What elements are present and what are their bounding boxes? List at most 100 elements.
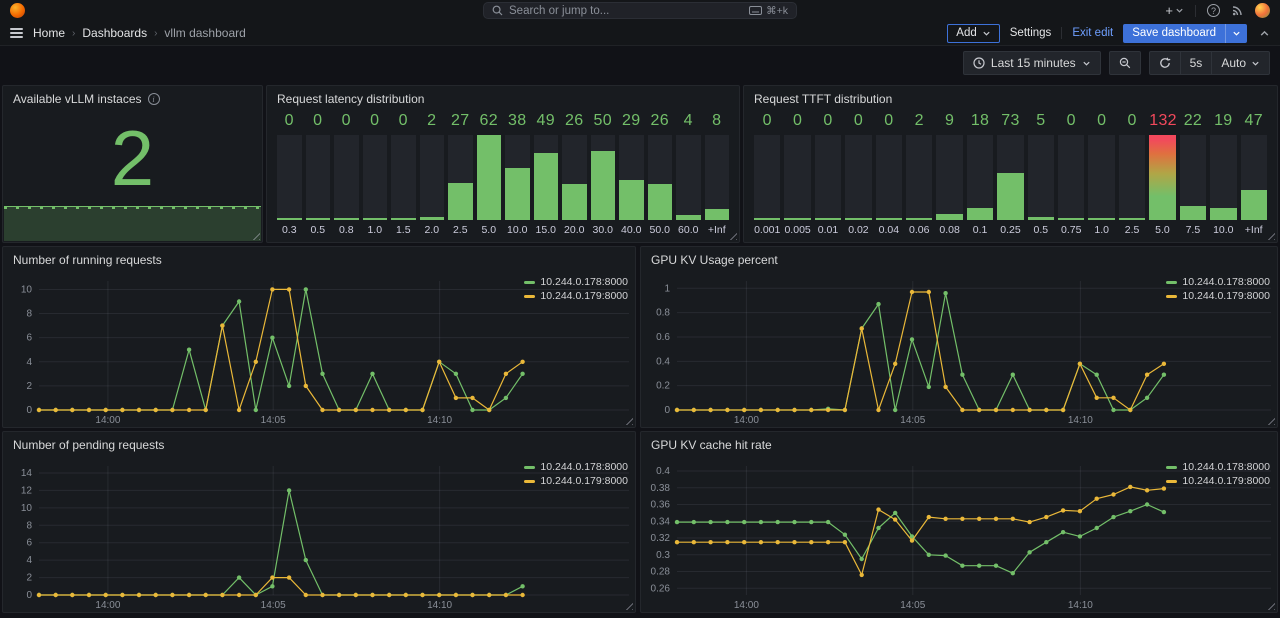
data-point [1145, 396, 1149, 400]
running-requests-chart[interactable]: 024681014:0014:0514:1010.244.0.178:80001… [3, 273, 635, 427]
user-avatar[interactable] [1255, 3, 1270, 18]
panel-title[interactable]: GPU KV cache hit rate [641, 432, 1277, 458]
data-point [187, 348, 191, 352]
bar-column: 00.3 [277, 112, 302, 237]
data-point [104, 593, 108, 597]
data-point [893, 511, 897, 515]
panel-title[interactable]: Available vLLM instaces i [3, 86, 262, 112]
breadcrumb-dashboards[interactable]: Dashboards [82, 26, 147, 40]
legend-item[interactable]: 10.244.0.179:8000 [524, 475, 628, 487]
chevron-down-icon [1251, 59, 1260, 68]
legend-item[interactable]: 10.244.0.179:8000 [1166, 475, 1270, 487]
bar-column: 00.8 [334, 112, 359, 237]
bar-value: 29 [619, 112, 644, 135]
data-point [977, 564, 981, 568]
legend-item[interactable]: 10.244.0.178:8000 [524, 276, 628, 288]
bar-value: 73 [997, 112, 1023, 135]
bar-value: 0 [306, 112, 331, 135]
bar-track [505, 135, 530, 220]
legend-item[interactable]: 10.244.0.179:8000 [524, 290, 628, 302]
stat-body[interactable]: 2 [3, 112, 262, 242]
bar-value: 0 [876, 112, 902, 135]
refresh-interval[interactable]: 5s [1180, 52, 1212, 74]
data-point [725, 540, 729, 544]
svg-text:0.4: 0.4 [656, 356, 670, 367]
latency-bar-gauge[interactable]: 00.300.500.801.001.522.0272.5625.03810.0… [267, 112, 739, 242]
bar-gauge: 00.300.500.801.001.522.0272.5625.03810.0… [267, 112, 739, 242]
news-icon[interactable] [1231, 4, 1244, 17]
data-point [404, 593, 408, 597]
chevron-down-icon [982, 29, 991, 38]
data-point [910, 337, 914, 341]
ttft-bar-gauge[interactable]: 00.00100.00500.0100.0200.0420.0690.08180… [744, 112, 1277, 242]
search-icon [492, 5, 503, 16]
bar-track [906, 135, 932, 220]
refresh-button[interactable] [1150, 52, 1180, 74]
kiosk-mode-toggle[interactable] [1259, 28, 1270, 39]
exit-edit-button[interactable]: Exit edit [1072, 27, 1113, 39]
bar-column: 2940.0 [619, 112, 644, 237]
help-icon[interactable]: ? [1207, 4, 1220, 17]
bar-fill [534, 153, 559, 220]
data-point [137, 408, 141, 412]
data-point [1061, 408, 1065, 412]
info-icon[interactable]: i [148, 93, 160, 105]
panel-title[interactable]: Request latency distribution [267, 86, 739, 112]
bar-column: 20.06 [906, 112, 932, 237]
bar-value: 0 [845, 112, 871, 135]
time-range-picker[interactable]: Last 15 minutes [963, 51, 1101, 75]
search-bar[interactable]: ⌘+k [483, 2, 797, 19]
bar-category-label: 5.0 [1149, 220, 1175, 237]
panel-title[interactable]: Number of pending requests [3, 432, 635, 458]
data-point [776, 540, 780, 544]
search-input[interactable] [509, 5, 743, 17]
bar-column: 90.08 [936, 112, 962, 237]
data-point [470, 593, 474, 597]
add-button[interactable]: Add [947, 24, 999, 43]
bar-category-label: 0.75 [1058, 220, 1084, 237]
data-point [420, 593, 424, 597]
add-new-menu[interactable]: + [1165, 3, 1184, 18]
legend-swatch [1166, 480, 1177, 483]
svg-text:6: 6 [26, 333, 32, 344]
grafana-logo[interactable] [10, 3, 25, 18]
bar-column: 00.04 [876, 112, 902, 237]
legend-item[interactable]: 10.244.0.179:8000 [1166, 290, 1270, 302]
settings-button[interactable]: Settings [1010, 27, 1052, 39]
auto-refresh-dropdown[interactable]: Auto [1211, 52, 1269, 74]
bar-gauge: 00.00100.00500.0100.0200.0420.0690.08180… [744, 112, 1277, 242]
zoom-out-button[interactable] [1109, 51, 1141, 75]
bar-track [306, 135, 331, 220]
panel-title[interactable]: Number of running requests [3, 247, 635, 273]
data-point [860, 557, 864, 561]
menu-toggle-icon[interactable] [10, 28, 23, 38]
bar-fill [334, 218, 359, 220]
bar-track [1241, 135, 1267, 220]
series-line [39, 289, 523, 410]
save-options-caret[interactable] [1225, 24, 1247, 43]
bar-category-label: 30.0 [591, 220, 616, 237]
legend-swatch [1166, 281, 1177, 284]
legend-item[interactable]: 10.244.0.178:8000 [524, 461, 628, 473]
panel-title[interactable]: Request TTFT distribution [744, 86, 1277, 112]
bar-value: 0 [391, 112, 416, 135]
data-point [387, 593, 391, 597]
data-point [960, 517, 964, 521]
legend-swatch [1166, 466, 1177, 469]
data-point [254, 593, 258, 597]
data-point [1145, 502, 1149, 506]
data-point [270, 336, 274, 340]
gpu-kv-hit-rate-chart[interactable]: 0.260.280.30.320.340.360.380.414:0014:05… [641, 458, 1277, 612]
legend-item[interactable]: 10.244.0.178:8000 [1166, 461, 1270, 473]
legend-item[interactable]: 10.244.0.178:8000 [1166, 276, 1270, 288]
panel-title[interactable]: GPU KV Usage percent [641, 247, 1277, 273]
breadcrumb-home[interactable]: Home [33, 26, 65, 40]
breadcrumb-separator: › [72, 28, 75, 39]
save-dashboard-button[interactable]: Save dashboard [1123, 24, 1247, 43]
bar-category-label: 0.5 [306, 220, 331, 237]
gpu-kv-usage-chart[interactable]: 00.20.40.60.8114:0014:0514:1010.244.0.17… [641, 273, 1277, 427]
data-point [792, 520, 796, 524]
legend: 10.244.0.178:8000 10.244.0.179:8000 [1166, 461, 1270, 487]
pending-requests-chart[interactable]: 0246810121414:0014:0514:1010.244.0.178:8… [3, 458, 635, 612]
data-point [809, 408, 813, 412]
